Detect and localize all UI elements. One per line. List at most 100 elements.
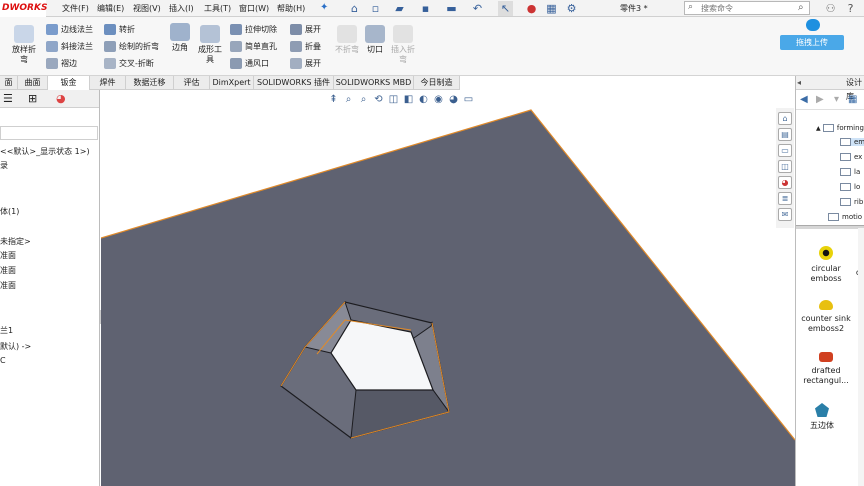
tree-row-right-plane[interactable]: 准面	[0, 280, 16, 291]
feature-tree-tab-icon[interactable]: ☰	[3, 92, 13, 105]
miter-flange-button[interactable]: 斜接法兰	[46, 41, 93, 52]
save-icon[interactable]: ▪	[418, 1, 433, 16]
extruded-cut-button[interactable]: 拉伸切除	[230, 24, 277, 35]
search-box[interactable]: ⌕	[684, 1, 810, 15]
view-orientation-icon[interactable]: ⇞	[326, 94, 341, 105]
view-settings-icon[interactable]: ◧	[401, 94, 416, 105]
scene-icon[interactable]: ▭	[461, 94, 476, 105]
print-icon[interactable]: ▬	[444, 1, 459, 16]
home-icon[interactable]: ⌂	[347, 1, 362, 16]
previous-view-icon[interactable]: ⟲	[371, 94, 386, 105]
menu-window[interactable]: 窗口(W)	[239, 3, 269, 14]
no-bends-button[interactable]: 不折弯	[334, 25, 360, 55]
display-manager-icon[interactable]: ◕	[56, 92, 66, 105]
resources-home-icon[interactable]: ⌂	[778, 112, 792, 125]
collapse-arrow-icon[interactable]: ◂	[797, 76, 801, 90]
select-cursor-icon[interactable]: ↖	[498, 1, 513, 16]
back-icon[interactable]: ◀	[800, 94, 808, 105]
custom-properties-tab-icon[interactable]: ≣	[778, 192, 792, 205]
folder-louvers[interactable]: lo	[840, 183, 860, 191]
fold-button[interactable]: 折叠	[290, 41, 321, 52]
forward-icon[interactable]: ▶	[816, 94, 824, 105]
tree-row-sketch-default[interactable]: 默认) ->	[0, 341, 31, 352]
search-dropdown-icon[interactable]: ⌕	[798, 2, 804, 13]
tree-row[interactable]: 录	[0, 160, 8, 171]
edge-flange-button[interactable]: 边线法兰	[46, 24, 93, 35]
sheet-metal-plate[interactable]	[101, 110, 795, 486]
file-explorer-tab-icon[interactable]: ▭	[778, 144, 792, 157]
menu-view[interactable]: 视图(V)	[133, 3, 161, 14]
options-gear-icon[interactable]: ⚙	[564, 1, 579, 16]
nav-dropdown-icon[interactable]: ▾	[834, 94, 839, 105]
tree-row-solid-bodies[interactable]: 体(1)	[0, 206, 19, 217]
tree-row-base-flange[interactable]: 兰1	[0, 325, 13, 336]
tab-today-manufacturing[interactable]: 今日制造	[414, 76, 460, 90]
pane-splitter[interactable]	[796, 226, 864, 229]
flatten-button[interactable]: 展开	[290, 58, 321, 69]
menu-help[interactable]: 帮助(H)	[277, 3, 305, 14]
insert-bends-button[interactable]: 插入折 弯	[388, 25, 418, 65]
tree-row-top-plane[interactable]: 准面	[0, 265, 16, 276]
appearance-icon[interactable]: ◕	[446, 94, 461, 105]
unfold-button[interactable]: 展开	[290, 24, 321, 35]
part-counter-sink-emboss[interactable]: counter sink emboss2	[796, 300, 856, 334]
undo-icon[interactable]: ↶	[470, 1, 485, 16]
new-document-icon[interactable]: ▫	[368, 1, 383, 16]
hem-button[interactable]: 褶边	[46, 58, 77, 69]
tab-partial[interactable]: 面	[0, 76, 18, 90]
folder-embosses[interactable]: em	[840, 138, 864, 146]
tab-weldments[interactable]: 焊件	[90, 76, 126, 90]
tab-surfaces[interactable]: 曲面	[18, 76, 48, 90]
rip-button[interactable]: 切口	[364, 25, 386, 55]
model-canvas[interactable]	[101, 90, 795, 486]
zoom-area-icon[interactable]: ⌕	[356, 94, 371, 105]
tab-evaluate[interactable]: 评估	[174, 76, 210, 90]
cross-break-button[interactable]: 交叉-折断	[104, 58, 154, 69]
tab-mbd[interactable]: SOLIDWORKS MBD	[334, 76, 414, 90]
help-icon[interactable]: ?	[843, 1, 858, 16]
lofted-bend-button[interactable]: 放样折 弯	[4, 25, 44, 65]
simple-hole-button[interactable]: 简单直孔	[230, 41, 277, 52]
traffic-light-icon[interactable]: ●	[524, 1, 539, 16]
upload-button[interactable]: 拖拽上传	[780, 35, 844, 50]
task-pane-scrollbar[interactable]	[858, 228, 864, 486]
part-circular-emboss[interactable]: circular emboss	[796, 246, 856, 284]
forum-tab-icon[interactable]: ✉	[778, 208, 792, 221]
vent-button[interactable]: 通风口	[230, 58, 269, 69]
part-drafted-rectangular[interactable]: drafted rectangul...	[796, 352, 856, 386]
folder-ribs[interactable]: rib	[840, 198, 863, 206]
tab-addins[interactable]: SOLIDWORKS 插件	[254, 76, 334, 90]
sketched-bend-button[interactable]: 绘制的折弯	[104, 41, 159, 52]
tree-row[interactable]: C	[0, 356, 6, 365]
menu-file[interactable]: 文件(F)	[62, 3, 89, 14]
tree-row-display-state[interactable]: <<默认>_显示状态 1>)	[0, 146, 90, 157]
pin-icon[interactable]: ✦	[320, 2, 328, 13]
hide-show-icon[interactable]: ◉	[431, 94, 446, 105]
open-folder-icon[interactable]: ▰	[392, 1, 407, 16]
graphics-viewport[interactable]: ⇞ ⌕ ⌕ ⟲ ◫ ◧ ◐ ◉ ◕ ▭	[101, 90, 795, 486]
folder-motion[interactable]: motio	[828, 213, 862, 221]
tab-data-migration[interactable]: 数据迁移	[126, 76, 174, 90]
add-to-library-icon[interactable]: ▦	[848, 94, 857, 105]
tree-row-front-plane[interactable]: 准面	[0, 250, 16, 261]
tree-row-material[interactable]: 未指定>	[0, 236, 31, 247]
zoom-to-fit-icon[interactable]: ⌕	[341, 94, 356, 105]
display-style-icon[interactable]: ◐	[416, 94, 431, 105]
user-icon[interactable]: ⚇	[823, 1, 838, 16]
rebuild-icon[interactable]: ▦	[544, 1, 559, 16]
folder-forming[interactable]: ▲ forming	[816, 124, 864, 132]
design-library-tab-icon[interactable]: ▤	[778, 128, 792, 141]
folder-extruded-flanges[interactable]: ex	[840, 153, 862, 161]
property-manager-icon[interactable]: ⊞	[28, 92, 37, 105]
tab-sheet-metal[interactable]: 钣金	[48, 76, 90, 90]
menu-tools[interactable]: 工具(T)	[204, 3, 231, 14]
section-view-icon[interactable]: ◫	[386, 94, 401, 105]
menu-edit[interactable]: 编辑(E)	[97, 3, 124, 14]
menu-insert[interactable]: 插入(I)	[169, 3, 194, 14]
search-input[interactable]	[685, 2, 789, 14]
part-pentagon-body[interactable]: 五边体	[796, 403, 852, 431]
jog-button[interactable]: 转折	[104, 24, 135, 35]
forming-tool-button[interactable]: 成形工 具	[196, 25, 224, 65]
tab-dimxpert[interactable]: DimXpert	[210, 76, 254, 90]
folder-lances[interactable]: la	[840, 168, 860, 176]
